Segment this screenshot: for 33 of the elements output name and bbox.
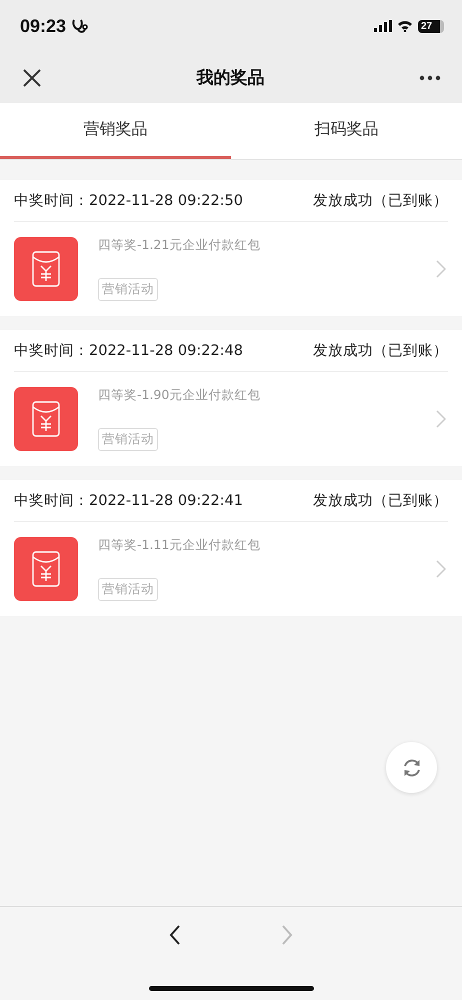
page-title: 我的奖品 — [196, 67, 264, 89]
prize-name: 四等奖-1.21元企业付款红包 — [98, 237, 260, 254]
tag: 营销活动 — [98, 578, 158, 601]
prize-name: 四等奖-1.90元企业付款红包 — [98, 387, 260, 404]
tag: 营销活动 — [98, 278, 158, 301]
wifi-icon — [397, 20, 413, 32]
more-icon[interactable] — [419, 74, 441, 80]
status-text: 发放成功（已到账） — [313, 342, 448, 360]
chevron-icon — [436, 260, 446, 278]
prize-card[interactable]: 中奖时间：2022-11-28 09:22:50 发放成功（已到账） 四等奖-1.21元企业付款红包 营销活动 — [0, 180, 462, 316]
tag: 营销活动 — [98, 428, 158, 451]
tab[interactable]: 扫码奖品 — [231, 103, 462, 159]
battery-icon: 27 — [418, 20, 444, 32]
refresh-button[interactable] — [386, 742, 437, 793]
status-time: 09:23 — [20, 16, 66, 36]
chevron-icon — [436, 560, 446, 578]
envelope-icon — [14, 537, 78, 601]
win-time: 中奖时间：2022-11-28 09:22:48 — [14, 342, 243, 360]
envelope-icon — [14, 237, 78, 301]
envelope-icon — [14, 387, 78, 451]
chevron-icon — [436, 410, 446, 428]
win-time: 中奖时间：2022-11-28 09:22:41 — [14, 492, 243, 510]
signal-icon — [374, 20, 392, 32]
stethoscope-icon — [71, 18, 90, 34]
status-text: 发放成功（已到账） — [313, 192, 448, 210]
prize-card[interactable]: 中奖时间：2022-11-28 09:22:48 发放成功（已到账） 四等奖-1.90元企业付款红包 营销活动 — [0, 330, 462, 466]
prize-name: 四等奖-1.11元企业付款红包 — [98, 537, 260, 554]
prize-card[interactable]: 中奖时间：2022-11-28 09:22:41 发放成功（已到账） 四等奖-1.11元企业付款红包 营销活动 — [0, 480, 462, 616]
status-text: 发放成功（已到账） — [313, 492, 448, 510]
win-time: 中奖时间：2022-11-28 09:22:50 — [14, 192, 243, 210]
back-icon[interactable] — [169, 924, 181, 946]
close-icon[interactable] — [22, 68, 42, 88]
tab[interactable]: 营销奖品 — [0, 103, 231, 159]
